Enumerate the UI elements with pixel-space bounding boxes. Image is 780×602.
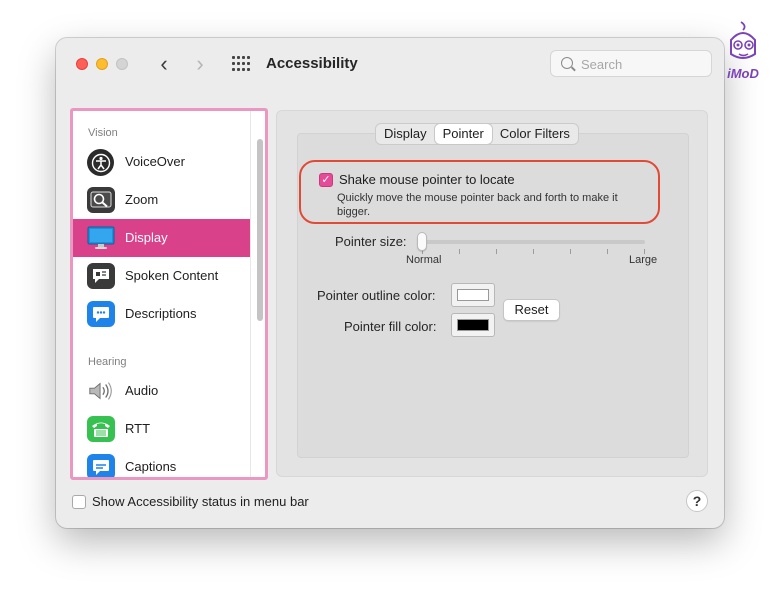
pointer-size-slider[interactable] — [422, 240, 645, 244]
sidebar-item-label: VoiceOver — [125, 154, 185, 169]
imod-logo: iMoD — [721, 20, 765, 88]
speaker-icon — [87, 378, 115, 404]
sidebar-item-zoom[interactable]: Zoom — [73, 181, 250, 219]
sidebar-item-display[interactable]: Display — [73, 219, 250, 257]
slider-tick — [570, 249, 571, 254]
slider-tick — [459, 249, 460, 254]
close-button[interactable] — [76, 58, 88, 70]
sidebar-item-voiceover[interactable]: VoiceOver — [73, 143, 250, 181]
slider-tick — [533, 249, 534, 254]
back-chevron-icon[interactable]: ‹ — [152, 52, 176, 76]
fill-color-swatch — [457, 319, 489, 331]
sidebar-item-audio[interactable]: Audio — [73, 372, 250, 410]
pointer-size-max-label: Large — [629, 254, 658, 266]
tab-color-filters[interactable]: Color Filters — [492, 124, 578, 144]
pointer-outline-color-well[interactable] — [451, 283, 495, 307]
pointer-fill-color-well[interactable] — [451, 313, 495, 337]
section-heading-vision: Vision — [88, 127, 118, 139]
rtt-phone-icon — [87, 416, 115, 442]
sidebar-item-captions[interactable]: Captions — [73, 448, 250, 477]
logo-text: iMoD — [727, 66, 759, 81]
pointer-size-min-label: Normal — [406, 254, 442, 266]
sidebar-item-spoken-content[interactable]: Spoken Content — [73, 257, 250, 295]
spoken-content-icon — [87, 263, 115, 289]
sidebar-divider — [250, 111, 251, 477]
sidebar[interactable]: Vision VoiceOver Zoom Display Spoken Con… — [70, 108, 268, 480]
shake-to-locate-description: Quickly move the mouse pointer back and … — [337, 192, 618, 218]
sidebar-item-label: Spoken Content — [125, 268, 219, 283]
titlebar: ‹ › Accessibility Search — [56, 38, 724, 90]
search-icon — [561, 57, 573, 69]
sidebar-item-label: Audio — [125, 383, 159, 398]
captions-icon — [87, 454, 115, 477]
sidebar-item-label: Captions — [125, 459, 177, 474]
outline-color-swatch — [457, 289, 489, 301]
show-status-menu-bar-label: Show Accessibility status in menu bar — [92, 494, 309, 509]
slider-tick — [607, 249, 608, 254]
help-button[interactable]: ? — [686, 490, 708, 512]
pointer-fill-color-label: Pointer fill color: — [344, 319, 437, 334]
pointer-size-label: Pointer size: — [335, 234, 407, 249]
pointer-outline-color-label: Pointer outline color: — [317, 288, 436, 303]
shake-to-locate-label: Shake mouse pointer to locate — [339, 172, 515, 187]
sidebar-item-label: Descriptions — [125, 306, 197, 321]
sidebar-scrollbar[interactable] — [257, 139, 263, 321]
sidebar-item-label: Zoom — [125, 192, 159, 207]
zoom-icon — [87, 187, 115, 213]
section-heading-hearing: Hearing — [88, 356, 127, 368]
pointer-size-slider-knob[interactable] — [417, 232, 427, 251]
sidebar-item-rtt[interactable]: RTT — [73, 410, 250, 448]
tab-display[interactable]: Display — [376, 124, 435, 144]
sidebar-item-label: RTT — [125, 421, 151, 436]
zoom-button[interactable] — [116, 58, 128, 70]
show-status-menu-bar-checkbox[interactable] — [72, 495, 86, 509]
minimize-button[interactable] — [96, 58, 108, 70]
display-icon — [87, 225, 115, 251]
shake-to-locate-highlight: ✓ Shake mouse pointer to locate Quickly … — [299, 160, 660, 224]
sidebar-item-descriptions[interactable]: Descriptions — [73, 295, 250, 333]
forward-chevron-icon[interactable]: › — [188, 52, 212, 76]
sidebar-item-label: Display — [125, 230, 168, 245]
voiceover-icon — [87, 149, 114, 176]
window-title: Accessibility — [266, 55, 358, 72]
shake-to-locate-checkbox[interactable]: ✓ — [319, 173, 333, 187]
slider-tick — [496, 249, 497, 254]
search-field[interactable]: Search — [550, 50, 712, 77]
reset-colors-button[interactable]: Reset — [503, 299, 560, 321]
tab-pointer[interactable]: Pointer — [434, 124, 492, 144]
tab-bar: Display Pointer Color Filters — [375, 123, 579, 145]
show-all-grid-icon[interactable] — [232, 56, 250, 72]
descriptions-icon — [87, 301, 115, 327]
preferences-window: ‹ › Accessibility Search Vision VoiceOve… — [56, 38, 724, 528]
search-placeholder: Search — [581, 57, 623, 72]
